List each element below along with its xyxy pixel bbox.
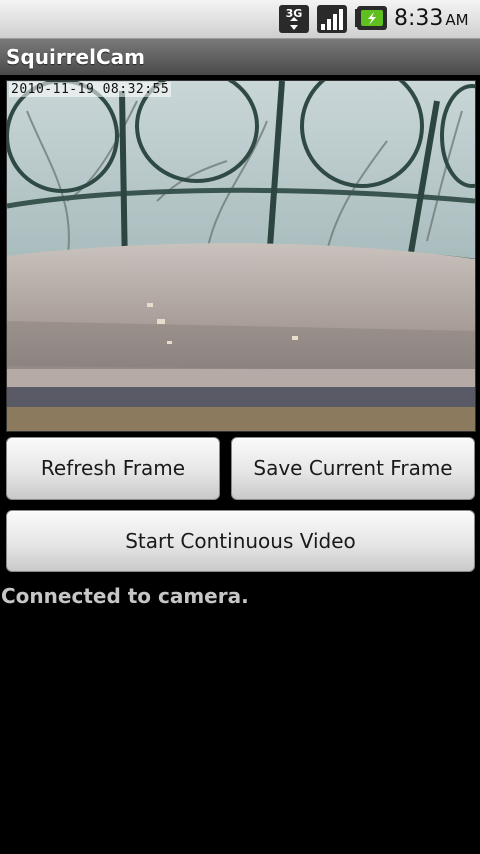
clock-ampm: AM — [445, 11, 469, 29]
clock: 8:33 AM — [394, 4, 469, 34]
connection-status: Connected to camera. — [1, 584, 249, 608]
camera-frame: 2010-11-19 08:32:55 — [6, 80, 476, 432]
battery-charging-icon — [355, 6, 387, 30]
title-bar: SquirrelCam — [0, 39, 480, 75]
3g-data-icon: 3G — [279, 5, 309, 33]
signal-strength-icon — [317, 5, 347, 33]
camera-timestamp: 2010-11-19 08:32:55 — [9, 82, 172, 97]
status-bar: 3G 8:33 AM — [0, 0, 480, 39]
camera-image — [7, 81, 475, 431]
refresh-frame-button[interactable]: Refresh Frame — [6, 437, 220, 500]
clock-time: 8:33 — [394, 6, 444, 31]
app-title: SquirrelCam — [6, 45, 145, 69]
start-continuous-video-button[interactable]: Start Continuous Video — [6, 510, 475, 572]
save-current-frame-button[interactable]: Save Current Frame — [231, 437, 475, 500]
